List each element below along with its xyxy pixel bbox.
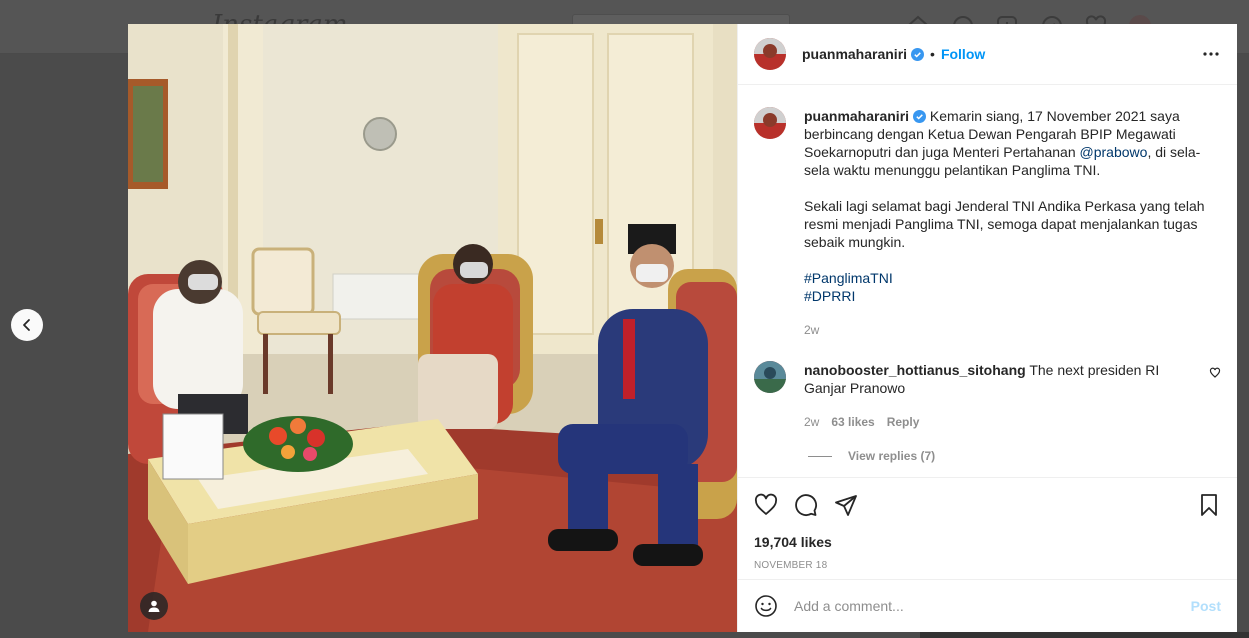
- caption-text: puanmaharaniri Kemarin siang, 17 Novembe…: [804, 107, 1221, 179]
- post-modal: puanmaharaniri • Follow puanmaharaniri K…: [128, 24, 1237, 632]
- post-photo[interactable]: [128, 24, 737, 632]
- comment-icon: [795, 493, 817, 516]
- comment-input[interactable]: [794, 598, 1191, 614]
- user-tag-icon: [148, 600, 160, 612]
- comment-time[interactable]: 2w: [804, 413, 819, 431]
- caption-username[interactable]: puanmaharaniri: [804, 108, 909, 124]
- more-horizontal-icon[interactable]: [1201, 44, 1221, 64]
- verified-badge-icon: [913, 110, 927, 123]
- comment-text: nanobooster_hottianus_sitohang The next …: [804, 361, 1204, 397]
- comment-meta: 2w 63 likes Reply: [804, 413, 1221, 431]
- caption-paragraph-2: Sekali lagi selamat bagi Jenderal TNI An…: [804, 198, 1205, 250]
- paper-plane-icon: [835, 494, 857, 516]
- heart-icon[interactable]: [1209, 367, 1221, 379]
- previous-post-button[interactable]: [11, 309, 43, 341]
- follow-button[interactable]: Follow: [941, 46, 985, 62]
- post-side-panel: puanmaharaniri • Follow puanmaharaniri K…: [737, 24, 1237, 632]
- post-date[interactable]: NOVEMBER 18: [738, 557, 1237, 579]
- view-replies-button[interactable]: View replies (7): [808, 449, 1221, 463]
- comments-list: puanmaharaniri Kemarin siang, 17 Novembe…: [738, 85, 1237, 477]
- caption-body: puanmaharaniri Kemarin siang, 17 Novembe…: [804, 107, 1221, 339]
- caption: puanmaharaniri Kemarin siang, 17 Novembe…: [754, 107, 1221, 339]
- comment-likes[interactable]: 63 likes: [831, 413, 874, 431]
- view-replies-label: View replies (7): [848, 449, 936, 463]
- mention-link[interactable]: @prabowo: [1080, 144, 1148, 160]
- caption-time[interactable]: 2w: [804, 321, 819, 339]
- author-username[interactable]: puanmaharaniri: [802, 46, 907, 62]
- like-count[interactable]: 19,704 likes: [738, 531, 1237, 553]
- post-header: puanmaharaniri • Follow: [738, 24, 1237, 85]
- share-button[interactable]: [826, 485, 866, 525]
- hashtag-link[interactable]: #PanglimaTNI: [804, 269, 1221, 287]
- header-separator: •: [930, 46, 935, 62]
- add-comment-bar: Post: [738, 579, 1237, 632]
- like-button[interactable]: [746, 485, 786, 525]
- save-button[interactable]: [1189, 485, 1229, 525]
- verified-badge-icon: [911, 47, 925, 61]
- post-actions: [738, 477, 1237, 531]
- photo-scene: [128, 24, 737, 632]
- view-replies-line: [808, 455, 832, 457]
- smiley-icon[interactable]: [754, 594, 778, 618]
- chevron-left-icon: [23, 319, 30, 331]
- bookmark-icon: [1201, 494, 1217, 516]
- commenter-username[interactable]: nanobooster_hottianus_sitohang: [804, 362, 1026, 378]
- caption-avatar[interactable]: [754, 107, 786, 139]
- author-avatar[interactable]: [754, 38, 786, 70]
- caption-meta: 2w: [804, 321, 1221, 339]
- tagged-users-button[interactable]: [140, 592, 168, 620]
- heart-icon: [754, 493, 778, 515]
- comment-button[interactable]: [786, 485, 826, 525]
- background-content-edge: [920, 632, 1249, 638]
- comment-item: nanobooster_hottianus_sitohang The next …: [754, 361, 1221, 431]
- reply-button[interactable]: Reply: [887, 413, 920, 431]
- comment-body: nanobooster_hottianus_sitohang The next …: [804, 361, 1221, 431]
- post-comment-button[interactable]: Post: [1191, 598, 1221, 614]
- commenter-avatar[interactable]: [754, 361, 786, 393]
- hashtag-link[interactable]: #DPRRI: [804, 287, 1221, 305]
